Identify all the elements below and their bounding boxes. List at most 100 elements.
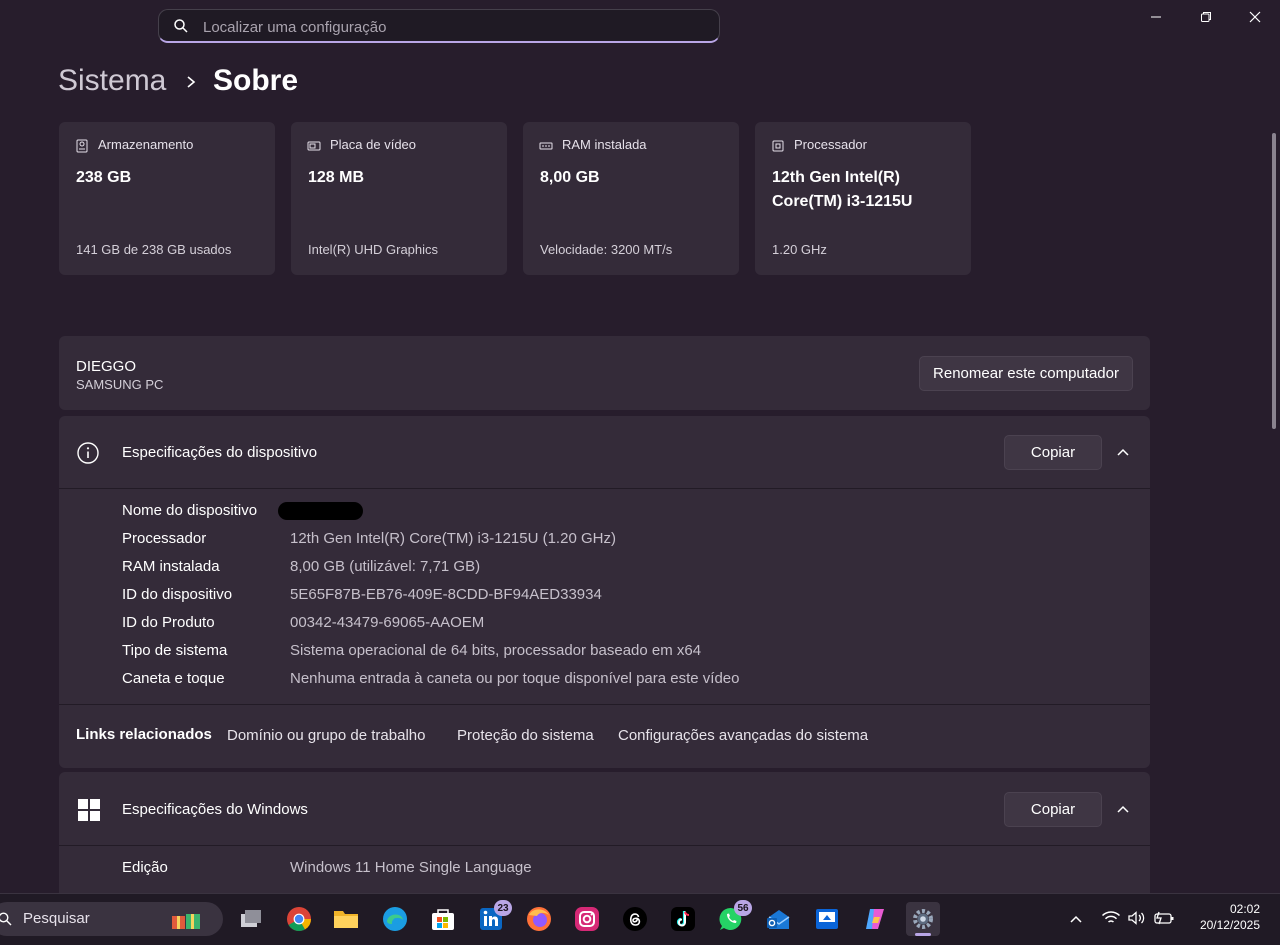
gpu-icon (307, 141, 321, 151)
redacted-value (278, 502, 363, 520)
clock[interactable]: 02:02 20/12/2025 (1186, 901, 1260, 933)
divider (59, 845, 1150, 846)
close-icon (1249, 11, 1261, 23)
folder-icon (334, 911, 358, 928)
windows-logo-icon (78, 799, 100, 821)
taskbar-tiktok[interactable] (666, 902, 700, 936)
rename-computer-button[interactable]: Renomear este computador (919, 356, 1133, 391)
clock-date: 20/12/2025 (1199, 918, 1260, 932)
spec-value[interactable]: Windows 11 Home Single Language (290, 859, 532, 876)
spec-value[interactable]: 8,00 GB (utilizável: 7,71 GB) (290, 558, 480, 575)
divider (59, 704, 1150, 705)
card-label: Placa de vídeo (330, 137, 417, 152)
device-specs-title: Especificações do dispositivo (122, 444, 318, 461)
copy-windows-specs-button[interactable]: Copiar (1004, 792, 1102, 827)
taskbar-firefox[interactable] (522, 902, 556, 936)
related-links-title: Links relacionados (76, 726, 212, 743)
taskbar-outlook[interactable] (762, 902, 796, 936)
link-domain-workgroup[interactable]: Domínio ou grupo de trabalho (227, 727, 425, 744)
close-button[interactable] (1230, 0, 1280, 34)
taskbar: Pesquisar 23 56 02:02 20/12/2025 (0, 893, 1280, 945)
card-value: 8,00 GB (540, 169, 600, 186)
spec-key: Processador (122, 530, 207, 547)
gpu-card[interactable]: Placa de vídeo 128 MB Intel(R) UHD Graph… (291, 122, 507, 275)
taskbar-store[interactable] (426, 902, 460, 936)
taskbar-search[interactable]: Pesquisar (0, 902, 223, 936)
copy-device-specs-button[interactable]: Copiar (1004, 435, 1102, 470)
maximize-button[interactable] (1181, 0, 1231, 34)
search-input[interactable] (201, 15, 705, 39)
spec-key: ID do dispositivo (122, 586, 233, 603)
card-value: 128 MB (308, 169, 365, 186)
chevron-up-icon[interactable] (1069, 913, 1083, 925)
card-subtext: 141 GB de 238 GB usados (76, 242, 232, 257)
spec-key: Nome do dispositivo (122, 502, 258, 519)
restore-icon (1201, 12, 1211, 22)
task-view-icon (241, 910, 261, 927)
taskbar-edge[interactable] (378, 902, 412, 936)
spec-value[interactable]: 00342-43479-69065-AAOEM (290, 614, 484, 631)
tiktok-icon (671, 907, 695, 931)
ram-card[interactable]: RAM instalada 8,00 GB Velocidade: 3200 M… (523, 122, 739, 275)
breadcrumb-parent[interactable]: Sistema (58, 64, 166, 98)
remote-desktop-icon (816, 909, 838, 929)
spec-value[interactable]: 12th Gen Intel(R) Core(TM) i3-1215U (1.2… (290, 530, 616, 547)
taskbar-copilot[interactable] (858, 902, 892, 936)
taskbar-chrome[interactable] (282, 902, 316, 936)
divider (59, 488, 1150, 489)
spec-key: Edição (122, 859, 168, 876)
gift-icon (172, 914, 200, 929)
taskbar-settings[interactable] (906, 902, 940, 936)
card-subtext: Velocidade: 3200 MT/s (540, 242, 673, 257)
computer-name: DIEGGO (76, 358, 137, 375)
chevron-up-icon[interactable] (1116, 446, 1130, 458)
notification-badge: 56 (734, 900, 752, 916)
card-label: Armazenamento (98, 137, 194, 152)
scrollbar[interactable] (1272, 133, 1276, 429)
edge-icon (383, 907, 407, 931)
storage-card[interactable]: Armazenamento 238 GB 141 GB de 238 GB us… (59, 122, 275, 275)
gear-icon (913, 909, 933, 929)
taskbar-search-label: Pesquisar (23, 910, 90, 927)
link-system-protection[interactable]: Proteção do sistema (457, 727, 594, 744)
taskbar-linkedin[interactable]: 23 (474, 900, 512, 936)
computer-model: SAMSUNG PC (76, 377, 164, 392)
chevron-right-icon (187, 76, 196, 88)
settings-search-box[interactable] (158, 9, 720, 43)
spec-key: ID do Produto (122, 614, 215, 631)
taskbar-instagram[interactable] (570, 902, 604, 936)
card-value: 12th Gen Intel(R) Core(TM) i3-1215U (772, 169, 913, 210)
chrome-icon (287, 907, 311, 932)
minimize-button[interactable] (1131, 0, 1181, 34)
card-subtext: 1.20 GHz (772, 242, 827, 257)
spec-value[interactable]: 5E65F87B-EB76-409E-8CDD-BF94AED33934 (290, 586, 602, 603)
card-value: 238 GB (76, 169, 132, 186)
active-app-indicator (915, 933, 931, 936)
card-label: Processador (794, 137, 867, 152)
taskbar-task-view[interactable] (234, 902, 268, 936)
taskbar-remote-app[interactable] (810, 902, 844, 936)
instagram-icon (575, 907, 599, 931)
threads-icon (623, 907, 647, 931)
notification-badge: 23 (494, 900, 512, 916)
wifi-icon[interactable] (1101, 910, 1121, 926)
copilot-icon (866, 909, 884, 929)
taskbar-file-explorer[interactable] (329, 902, 363, 936)
taskbar-whatsapp[interactable]: 56 (714, 900, 752, 936)
volume-icon[interactable] (1127, 910, 1147, 926)
info-icon (77, 442, 99, 464)
taskbar-threads[interactable] (618, 902, 652, 936)
chevron-up-icon[interactable] (1116, 803, 1130, 815)
clock-time: 02:02 (1229, 902, 1260, 916)
spec-key: Tipo de sistema (122, 642, 228, 659)
battery-icon[interactable] (1153, 910, 1175, 926)
spec-key: Caneta e toque (122, 670, 225, 687)
search-icon (0, 912, 12, 926)
card-subtext: Intel(R) UHD Graphics (308, 242, 439, 257)
link-advanced-system-settings[interactable]: Configurações avançadas do sistema (618, 727, 868, 744)
cpu-icon (772, 140, 784, 152)
spec-value[interactable]: Nenhuma entrada à caneta ou por toque di… (290, 670, 739, 687)
spec-value[interactable]: Sistema operacional de 64 bits, processa… (290, 642, 701, 659)
processor-card[interactable]: Processador 12th Gen Intel(R) Core(TM) i… (755, 122, 971, 275)
ram-icon (539, 142, 553, 150)
